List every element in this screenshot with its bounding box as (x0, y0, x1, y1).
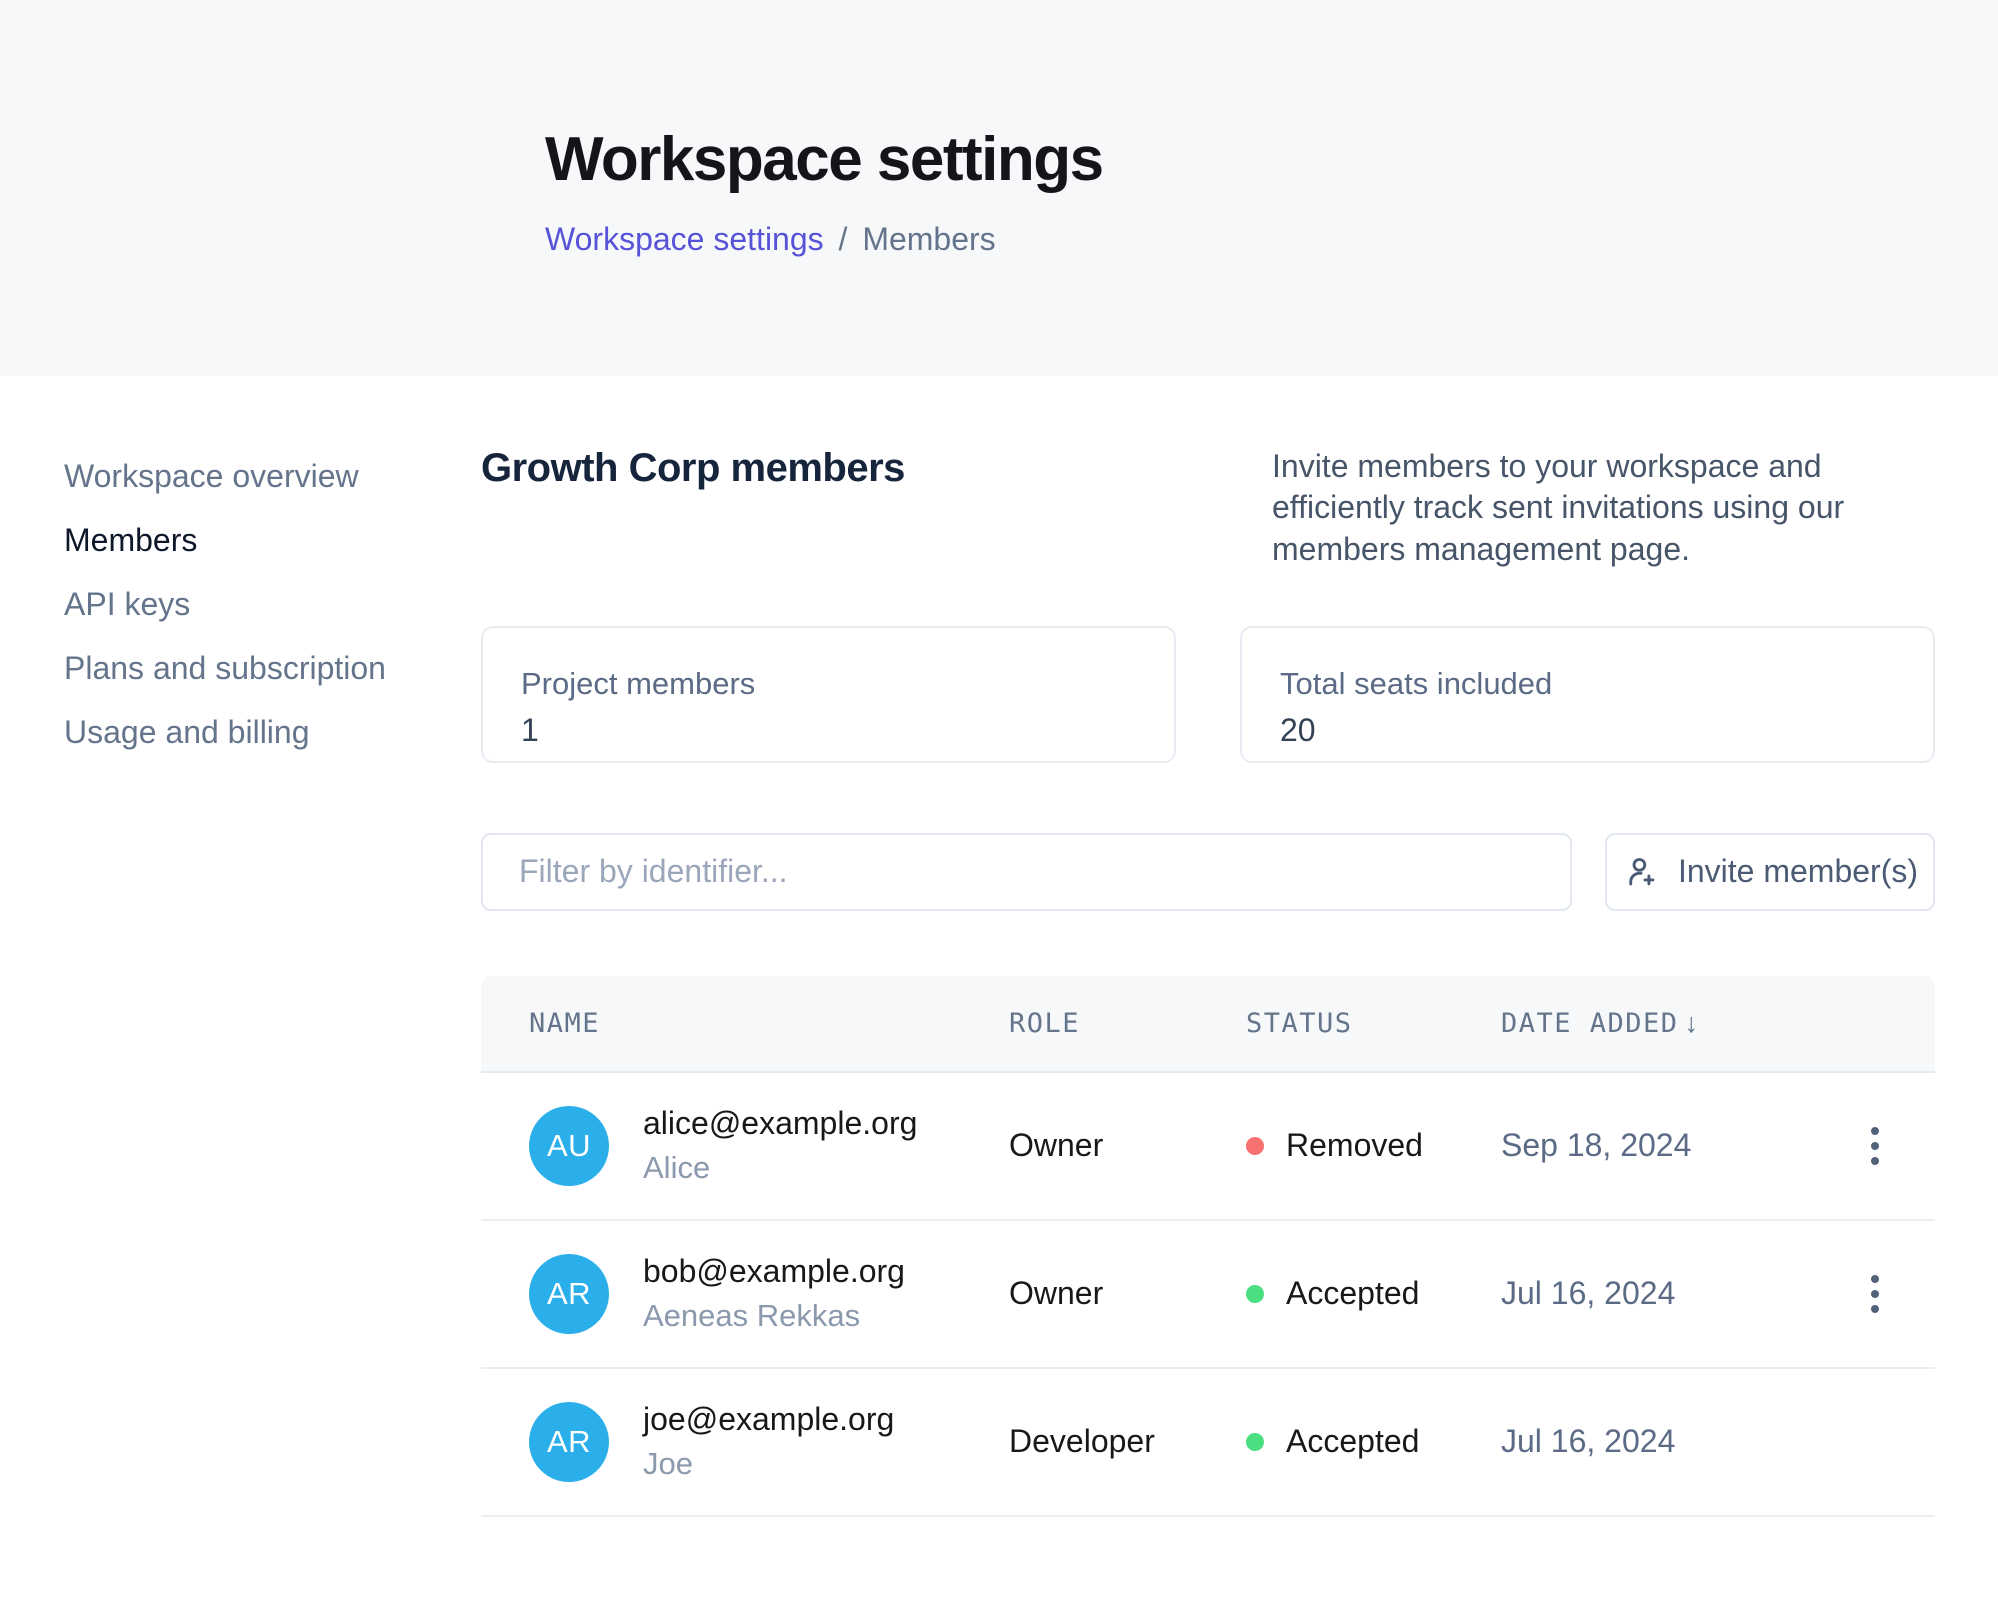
stat-label: Project members (521, 666, 1174, 702)
status-dot-icon (1246, 1285, 1264, 1303)
member-row: AU alice@example.org Alice Owner Removed… (481, 1073, 1935, 1221)
member-row: AR joe@example.org Joe Developer Accepte… (481, 1369, 1935, 1517)
invite-members-button[interactable]: Invite member(s) (1605, 833, 1935, 911)
status-dot-icon (1246, 1433, 1264, 1451)
sidebar-item-usage-and-billing[interactable]: Usage and billing (64, 716, 481, 748)
members-table: NAME ROLE STATUS DATE ADDED↓ AU alice@ex… (481, 976, 1935, 1517)
stat-label: Total seats included (1280, 666, 1933, 702)
status-dot-icon (1246, 1137, 1264, 1155)
column-header-date-label: DATE ADDED (1501, 1008, 1679, 1039)
member-role: Owner (1009, 1127, 1246, 1164)
stat-value: 20 (1280, 712, 1933, 749)
sidebar-item-members[interactable]: Members (64, 524, 481, 556)
stats-cards: Project members 1 Total seats included 2… (481, 626, 1935, 763)
member-date-added: Jul 16, 2024 (1501, 1423, 1845, 1460)
members-section-heading: Growth Corp members (481, 446, 905, 491)
member-email: joe@example.org (643, 1401, 894, 1438)
member-email: alice@example.org (643, 1105, 917, 1142)
page-header: Workspace settings Workspace settings / … (0, 0, 1998, 376)
member-cell: AR bob@example.org Aeneas Rekkas (529, 1253, 1009, 1334)
stat-card-project-members: Project members 1 (481, 626, 1176, 763)
member-identity: bob@example.org Aeneas Rekkas (643, 1253, 905, 1334)
member-identity: joe@example.org Joe (643, 1401, 894, 1482)
main-content: Growth Corp members Invite members to yo… (481, 376, 1998, 1517)
status-label: Removed (1286, 1127, 1423, 1164)
column-header-role: ROLE (1009, 1008, 1246, 1039)
column-header-status: STATUS (1246, 1008, 1501, 1039)
invite-members-button-label: Invite member(s) (1678, 853, 1918, 890)
row-actions-kebab-icon[interactable] (1861, 1265, 1889, 1323)
member-status: Accepted (1246, 1423, 1501, 1460)
members-section-description: Invite members to your workspace and eff… (1272, 446, 1935, 570)
members-table-header: NAME ROLE STATUS DATE ADDED↓ (481, 976, 1935, 1073)
member-role: Developer (1009, 1423, 1246, 1460)
breadcrumb-link-workspace-settings[interactable]: Workspace settings (545, 221, 824, 257)
member-name: Alice (643, 1150, 917, 1186)
member-name: Joe (643, 1446, 894, 1482)
row-actions-kebab-icon[interactable] (1861, 1117, 1889, 1175)
filter-toolbar: Invite member(s) (481, 833, 1935, 911)
members-table-body: AU alice@example.org Alice Owner Removed… (481, 1073, 1935, 1517)
member-date-added: Sep 18, 2024 (1501, 1127, 1845, 1164)
member-role: Owner (1009, 1275, 1246, 1312)
invite-member-icon (1622, 853, 1660, 891)
members-header-row: Growth Corp members Invite members to yo… (481, 446, 1935, 570)
breadcrumb: Workspace settings / Members (545, 221, 1934, 258)
stat-value: 1 (521, 712, 1174, 749)
member-row: AR bob@example.org Aeneas Rekkas Owner A… (481, 1221, 1935, 1369)
avatar: AU (529, 1106, 609, 1186)
filter-input[interactable] (481, 833, 1572, 911)
sidebar-item-api-keys[interactable]: API keys (64, 588, 481, 620)
member-status: Removed (1246, 1127, 1501, 1164)
breadcrumb-separator: / (833, 221, 854, 257)
column-header-date-added[interactable]: DATE ADDED↓ (1501, 1008, 1845, 1039)
sidebar-item-workspace-overview[interactable]: Workspace overview (64, 460, 481, 492)
status-label: Accepted (1286, 1275, 1419, 1312)
member-identity: alice@example.org Alice (643, 1105, 917, 1186)
body-wrap: Workspace overview Members API keys Plans a… (0, 376, 1998, 1517)
sort-descending-icon: ↓ (1679, 1008, 1699, 1038)
sidebar-item-plans-and-subscription[interactable]: Plans and subscription (64, 652, 481, 684)
page-title: Workspace settings (545, 124, 1934, 195)
column-header-name: NAME (529, 1008, 1009, 1039)
stat-card-total-seats: Total seats included 20 (1240, 626, 1935, 763)
member-name: Aeneas Rekkas (643, 1298, 905, 1334)
member-status: Accepted (1246, 1275, 1501, 1312)
avatar: AR (529, 1402, 609, 1482)
member-date-added: Jul 16, 2024 (1501, 1275, 1845, 1312)
member-cell: AU alice@example.org Alice (529, 1105, 1009, 1186)
member-email: bob@example.org (643, 1253, 905, 1290)
member-cell: AR joe@example.org Joe (529, 1401, 1009, 1482)
settings-sidebar: Workspace overview Members API keys Plans a… (0, 376, 481, 780)
avatar: AR (529, 1254, 609, 1334)
breadcrumb-current: Members (862, 221, 995, 257)
status-label: Accepted (1286, 1423, 1419, 1460)
